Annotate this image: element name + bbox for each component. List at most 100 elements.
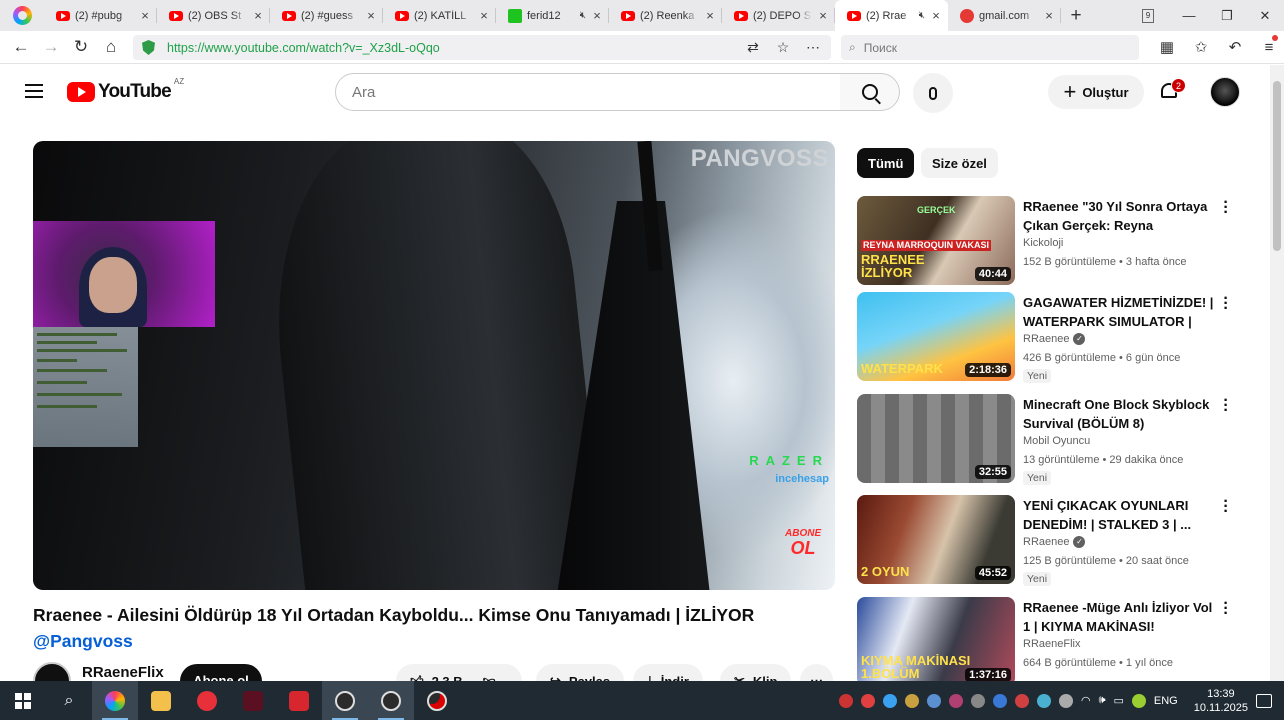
recommended-title[interactable]: RRaenee -Müge Anlı İzliyor Vol 1 | KIYMA…: [1023, 598, 1219, 636]
youtube-search-button[interactable]: [840, 73, 900, 111]
taskbar-explorer[interactable]: [138, 681, 184, 720]
recommended-channel[interactable]: RRaeneFlix: [1023, 638, 1080, 650]
bookmark-star-icon[interactable]: ☆: [768, 35, 798, 60]
recommended-channel[interactable]: RRaenee ✓: [1023, 536, 1086, 548]
tray-app-icon[interactable]: [948, 693, 963, 708]
wifi-icon[interactable]: ◠: [1081, 694, 1091, 707]
notification-center-icon[interactable]: [1256, 693, 1272, 708]
recommended-video[interactable]: 2 OYUN 45:52 YENİ ÇIKACAK OYUNLARI DENEDİM…: [857, 494, 1257, 586]
browser-tab[interactable]: (2) KATİLL ×: [383, 0, 496, 31]
close-tab-icon[interactable]: ×: [704, 8, 716, 23]
history-back-icon[interactable]: ↶: [1218, 35, 1252, 60]
recommended-video[interactable]: 32:55 Minecraft One Block Skyblock Surviv…: [857, 393, 1257, 485]
taskbar-obs-3[interactable]: [414, 681, 460, 720]
taskbar-browser[interactable]: [92, 681, 138, 720]
video-thumbnail[interactable]: WATERPARK 2:18:36: [857, 292, 1015, 381]
speaker-muted-icon[interactable]: 🔇︎: [580, 10, 586, 21]
translate-icon[interactable]: ⇄: [738, 35, 768, 60]
recommended-channel[interactable]: Mobil Oyuncu: [1023, 435, 1090, 447]
recommended-title[interactable]: GAGAWATER HİZMETİNİZDE! | WATERPARK SIMU…: [1023, 293, 1219, 331]
volume-icon[interactable]: 🕪︎: [1099, 694, 1106, 707]
tray-app-icon[interactable]: [1131, 693, 1146, 708]
tray-app-icon[interactable]: [838, 693, 853, 708]
tray-app-icon[interactable]: [992, 693, 1007, 708]
system-clock[interactable]: 13:39 10.11.2025: [1194, 687, 1248, 715]
close-tab-icon[interactable]: ×: [365, 8, 377, 23]
address-bar[interactable]: https://www.youtube.com/watch?v=_Xz3dL-o…: [133, 35, 831, 60]
close-tab-icon[interactable]: ×: [1043, 8, 1055, 23]
close-tab-icon[interactable]: ×: [478, 8, 490, 23]
browser-tab[interactable]: (2) #guess ×: [270, 0, 383, 31]
recommended-channel[interactable]: RRaenee ✓: [1023, 333, 1086, 345]
new-tab-button[interactable]: +: [1061, 0, 1091, 31]
close-tab-icon[interactable]: ×: [930, 8, 942, 23]
voice-search-button[interactable]: [913, 73, 953, 113]
recommended-channel[interactable]: Kickoloji: [1023, 237, 1063, 249]
home-button[interactable]: ⌂: [96, 37, 126, 57]
taskbar-obs-1[interactable]: [322, 681, 368, 720]
taskbar-search-button[interactable]: ⌕: [46, 681, 92, 720]
taskbar-obs-2[interactable]: [368, 681, 414, 720]
taskbar-yandex[interactable]: [184, 681, 230, 720]
browser-tab[interactable]: (2) #pubg ×: [44, 0, 157, 31]
url-text[interactable]: https://www.youtube.com/watch?v=_Xz3dL-o…: [167, 41, 440, 55]
recommended-title[interactable]: RRaenee "30 Yıl Sonra Ortaya Çıkan Gerçe…: [1023, 197, 1219, 235]
browser-menu-icon[interactable]: ≡: [1252, 35, 1284, 60]
close-tab-icon[interactable]: ×: [139, 8, 151, 23]
youtube-search-input[interactable]: Ara: [335, 73, 841, 111]
close-window-button[interactable]: ✕: [1246, 8, 1284, 24]
tab-count-button[interactable]: 9: [1142, 8, 1154, 23]
tray-app-icon[interactable]: [882, 693, 897, 708]
recommended-video[interactable]: GERÇEK REYNA MARROQUIN VAKASI RRAENEE İZLİ…: [857, 195, 1257, 286]
taskbar-app-record[interactable]: [276, 681, 322, 720]
back-button[interactable]: ←: [6, 37, 36, 57]
video-hashtag-link[interactable]: @Pangvoss: [33, 631, 133, 652]
close-tab-icon[interactable]: ×: [252, 8, 264, 23]
video-thumbnail[interactable]: 32:55: [857, 394, 1015, 483]
youtube-logo[interactable]: YouTube AZ: [67, 77, 184, 103]
favorites-icon[interactable]: ✩: [1184, 35, 1218, 60]
chip-for-you[interactable]: Size özel: [921, 148, 998, 178]
channel-name[interactable]: RRaeneFlix: [82, 664, 164, 681]
browser-tab[interactable]: (2) DEPO S ×: [722, 0, 835, 31]
tray-app-icon[interactable]: [970, 693, 985, 708]
speaker-muted-icon[interactable]: 🔇︎: [919, 10, 925, 21]
minimize-button[interactable]: —: [1170, 8, 1208, 23]
notifications-button[interactable]: 2: [1159, 78, 1186, 104]
kebab-menu-icon[interactable]: · · ·: [1223, 494, 1229, 520]
browser-tab[interactable]: (2) OBS St ×: [157, 0, 270, 31]
apps-grid-icon[interactable]: ▦: [1150, 35, 1184, 60]
input-language[interactable]: ENG: [1154, 695, 1178, 707]
video-player[interactable]: PANGVOSS RAZER incehesap ABONE OL: [33, 141, 835, 590]
menu-hamburger-icon[interactable]: [25, 84, 43, 98]
forward-button[interactable]: →: [36, 37, 66, 57]
reload-button[interactable]: ↻: [66, 37, 96, 57]
tray-app-icon[interactable]: [1036, 693, 1051, 708]
browser-search-field[interactable]: ⌕ Поиск: [841, 35, 1139, 60]
account-avatar[interactable]: [1210, 77, 1240, 107]
kebab-menu-icon[interactable]: · · ·: [1223, 195, 1229, 221]
browser-tab[interactable]: (2) Rrae 🔇︎ ×: [835, 0, 948, 31]
kebab-menu-icon[interactable]: · · ·: [1223, 291, 1229, 317]
kebab-menu-icon[interactable]: · · ·: [1223, 596, 1229, 622]
close-tab-icon[interactable]: ×: [591, 8, 603, 23]
close-tab-icon[interactable]: ×: [817, 8, 829, 23]
page-scrollbar[interactable]: [1270, 65, 1284, 681]
video-thumbnail[interactable]: KIYMA MAKİNASI 1.BÖLÜM 1:37:16: [857, 597, 1015, 686]
browser-tab[interactable]: ferid12 🔇︎ ×: [496, 0, 609, 31]
tray-app-icon[interactable]: [904, 693, 919, 708]
tray-app-icon[interactable]: [1014, 693, 1029, 708]
video-thumbnail[interactable]: GERÇEK REYNA MARROQUIN VAKASI RRAENEE İZLİ…: [857, 196, 1015, 285]
browser-tab[interactable]: (2) Reenka ×: [609, 0, 722, 31]
recommended-video[interactable]: KIYMA MAKİNASI 1.BÖLÜM 1:37:16 RRaenee -Mü…: [857, 596, 1257, 687]
browser-logo-icon[interactable]: [0, 0, 44, 31]
tray-app-icon[interactable]: [1058, 693, 1073, 708]
start-button[interactable]: [0, 681, 46, 720]
recommended-title[interactable]: Minecraft One Block Skyblock Survival (B…: [1023, 395, 1219, 433]
browser-tab[interactable]: gmail.com ×: [948, 0, 1061, 31]
recommended-video[interactable]: WATERPARK 2:18:36 GAGAWATER HİZMETİNİZDE! …: [857, 291, 1257, 383]
recommended-title[interactable]: YENİ ÇIKACAK OYUNLARI DENEDİM! | STALKED…: [1023, 496, 1219, 534]
create-button[interactable]: + Oluştur: [1048, 75, 1144, 109]
chip-all[interactable]: Tümü: [857, 148, 915, 178]
kebab-menu-icon[interactable]: · · ·: [1223, 393, 1229, 419]
